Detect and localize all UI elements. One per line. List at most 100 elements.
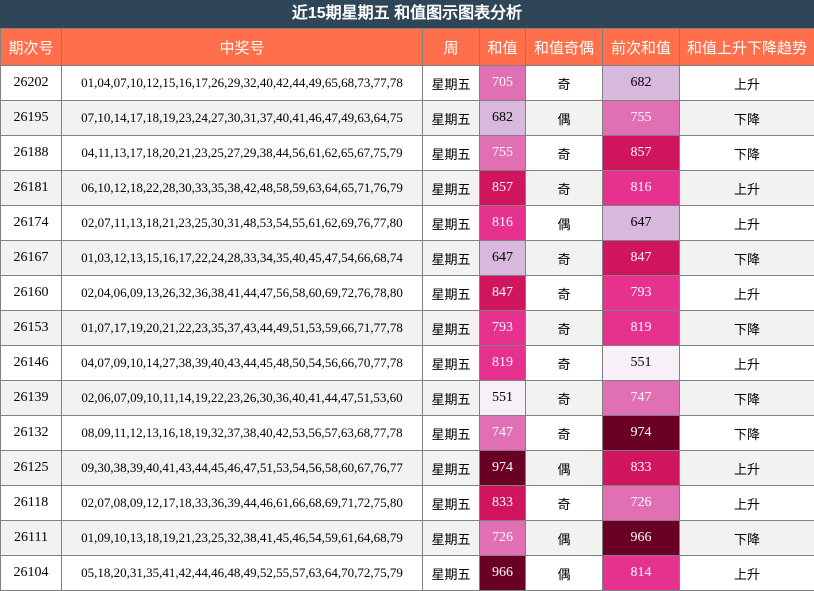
cell-issue: 26153: [1, 311, 62, 346]
cell-parity: 奇: [526, 276, 603, 311]
cell-weekday: 星期五: [423, 486, 480, 521]
table-row: 2615301,07,17,19,20,21,22,23,35,37,43,44…: [1, 311, 814, 346]
cell-issue: 26125: [1, 451, 62, 486]
cell-issue: 26174: [1, 206, 62, 241]
cell-prev-sum: 814: [603, 556, 680, 591]
cell-trend: 上升: [680, 346, 814, 381]
cell-parity: 奇: [526, 486, 603, 521]
cell-sum: 833: [480, 486, 526, 521]
cell-parity: 偶: [526, 556, 603, 591]
cell-trend: 下降: [680, 311, 814, 346]
cell-numbers: 02,07,11,13,18,21,23,25,30,31,48,53,54,5…: [62, 206, 423, 241]
table-row: 2616701,03,12,13,15,16,17,22,24,28,33,34…: [1, 241, 814, 276]
cell-weekday: 星期五: [423, 416, 480, 451]
cell-numbers: 04,11,13,17,18,20,21,23,25,27,29,38,44,5…: [62, 136, 423, 171]
cell-trend: 下降: [680, 241, 814, 276]
cell-issue: 26167: [1, 241, 62, 276]
cell-weekday: 星期五: [423, 101, 480, 136]
cell-sum: 647: [480, 241, 526, 276]
table-row: 2613902,06,07,09,10,11,14,19,22,23,26,30…: [1, 381, 814, 416]
cell-sum: 551: [480, 381, 526, 416]
cell-sum: 705: [480, 66, 526, 101]
cell-parity: 奇: [526, 66, 603, 101]
cell-issue: 26132: [1, 416, 62, 451]
cell-numbers: 08,09,11,12,13,16,18,19,32,37,38,40,42,5…: [62, 416, 423, 451]
cell-weekday: 星期五: [423, 171, 480, 206]
cell-sum: 747: [480, 416, 526, 451]
cell-weekday: 星期五: [423, 311, 480, 346]
cell-numbers: 02,07,08,09,12,17,18,33,36,39,44,46,61,6…: [62, 486, 423, 521]
cell-prev-sum: 726: [603, 486, 680, 521]
cell-prev-sum: 793: [603, 276, 680, 311]
table-row: 2614604,07,09,10,14,27,38,39,40,43,44,45…: [1, 346, 814, 381]
cell-sum: 857: [480, 171, 526, 206]
cell-parity: 奇: [526, 136, 603, 171]
cell-issue: 26188: [1, 136, 62, 171]
cell-numbers: 02,04,06,09,13,26,32,36,38,41,44,47,56,5…: [62, 276, 423, 311]
cell-prev-sum: 974: [603, 416, 680, 451]
table-row: 2618804,11,13,17,18,20,21,23,25,27,29,38…: [1, 136, 814, 171]
cell-sum: 974: [480, 451, 526, 486]
cell-numbers: 06,10,12,18,22,28,30,33,35,38,42,48,58,5…: [62, 171, 423, 206]
table-row: 2613208,09,11,12,13,16,18,19,32,37,38,40…: [1, 416, 814, 451]
cell-issue: 26104: [1, 556, 62, 591]
cell-issue: 26202: [1, 66, 62, 101]
cell-trend: 上升: [680, 171, 814, 206]
cell-parity: 奇: [526, 171, 603, 206]
cell-issue: 26111: [1, 521, 62, 556]
table-row: 2619507,10,14,17,18,19,23,24,27,30,31,37…: [1, 101, 814, 136]
cell-prev-sum: 966: [603, 521, 680, 556]
cell-issue: 26160: [1, 276, 62, 311]
cell-trend: 上升: [680, 486, 814, 521]
cell-weekday: 星期五: [423, 346, 480, 381]
header-numbers: 中奖号: [62, 29, 423, 66]
cell-weekday: 星期五: [423, 136, 480, 171]
header-issue: 期次号: [1, 29, 62, 66]
cell-parity: 偶: [526, 521, 603, 556]
cell-trend: 上升: [680, 556, 814, 591]
cell-sum: 847: [480, 276, 526, 311]
table-row: 2610405,18,20,31,35,41,42,44,46,48,49,52…: [1, 556, 814, 591]
table-row: 2620201,04,07,10,12,15,16,17,26,29,32,40…: [1, 66, 814, 101]
header-weekday: 周: [423, 29, 480, 66]
cell-parity: 奇: [526, 381, 603, 416]
cell-numbers: 01,04,07,10,12,15,16,17,26,29,32,40,42,4…: [62, 66, 423, 101]
cell-trend: 下降: [680, 101, 814, 136]
cell-numbers: 02,06,07,09,10,11,14,19,22,23,26,30,36,4…: [62, 381, 423, 416]
cell-issue: 26146: [1, 346, 62, 381]
cell-weekday: 星期五: [423, 276, 480, 311]
cell-numbers: 01,03,12,13,15,16,17,22,24,28,33,34,35,4…: [62, 241, 423, 276]
cell-sum: 793: [480, 311, 526, 346]
cell-parity: 偶: [526, 451, 603, 486]
cell-trend: 上升: [680, 276, 814, 311]
cell-prev-sum: 647: [603, 206, 680, 241]
cell-sum: 755: [480, 136, 526, 171]
table-row: 2616002,04,06,09,13,26,32,36,38,41,44,47…: [1, 276, 814, 311]
cell-issue: 26139: [1, 381, 62, 416]
page-title: 近15期星期五 和值图示图表分析: [0, 0, 814, 28]
cell-weekday: 星期五: [423, 241, 480, 276]
cell-sum: 682: [480, 101, 526, 136]
cell-trend: 下降: [680, 521, 814, 556]
cell-parity: 奇: [526, 241, 603, 276]
cell-numbers: 04,07,09,10,14,27,38,39,40,43,44,45,48,5…: [62, 346, 423, 381]
cell-weekday: 星期五: [423, 206, 480, 241]
cell-issue: 26118: [1, 486, 62, 521]
cell-weekday: 星期五: [423, 556, 480, 591]
cell-trend: 下降: [680, 416, 814, 451]
cell-sum: 726: [480, 521, 526, 556]
cell-trend: 上升: [680, 206, 814, 241]
cell-prev-sum: 816: [603, 171, 680, 206]
table-row: 2612509,30,38,39,40,41,43,44,45,46,47,51…: [1, 451, 814, 486]
cell-prev-sum: 819: [603, 311, 680, 346]
cell-prev-sum: 755: [603, 101, 680, 136]
cell-trend: 上升: [680, 451, 814, 486]
table-row: 2611101,09,10,13,18,19,21,23,25,32,38,41…: [1, 521, 814, 556]
cell-weekday: 星期五: [423, 381, 480, 416]
header-prev-sum: 前次和值: [603, 29, 680, 66]
cell-sum: 819: [480, 346, 526, 381]
header-sum: 和值: [480, 29, 526, 66]
cell-prev-sum: 857: [603, 136, 680, 171]
cell-prev-sum: 682: [603, 66, 680, 101]
cell-weekday: 星期五: [423, 66, 480, 101]
